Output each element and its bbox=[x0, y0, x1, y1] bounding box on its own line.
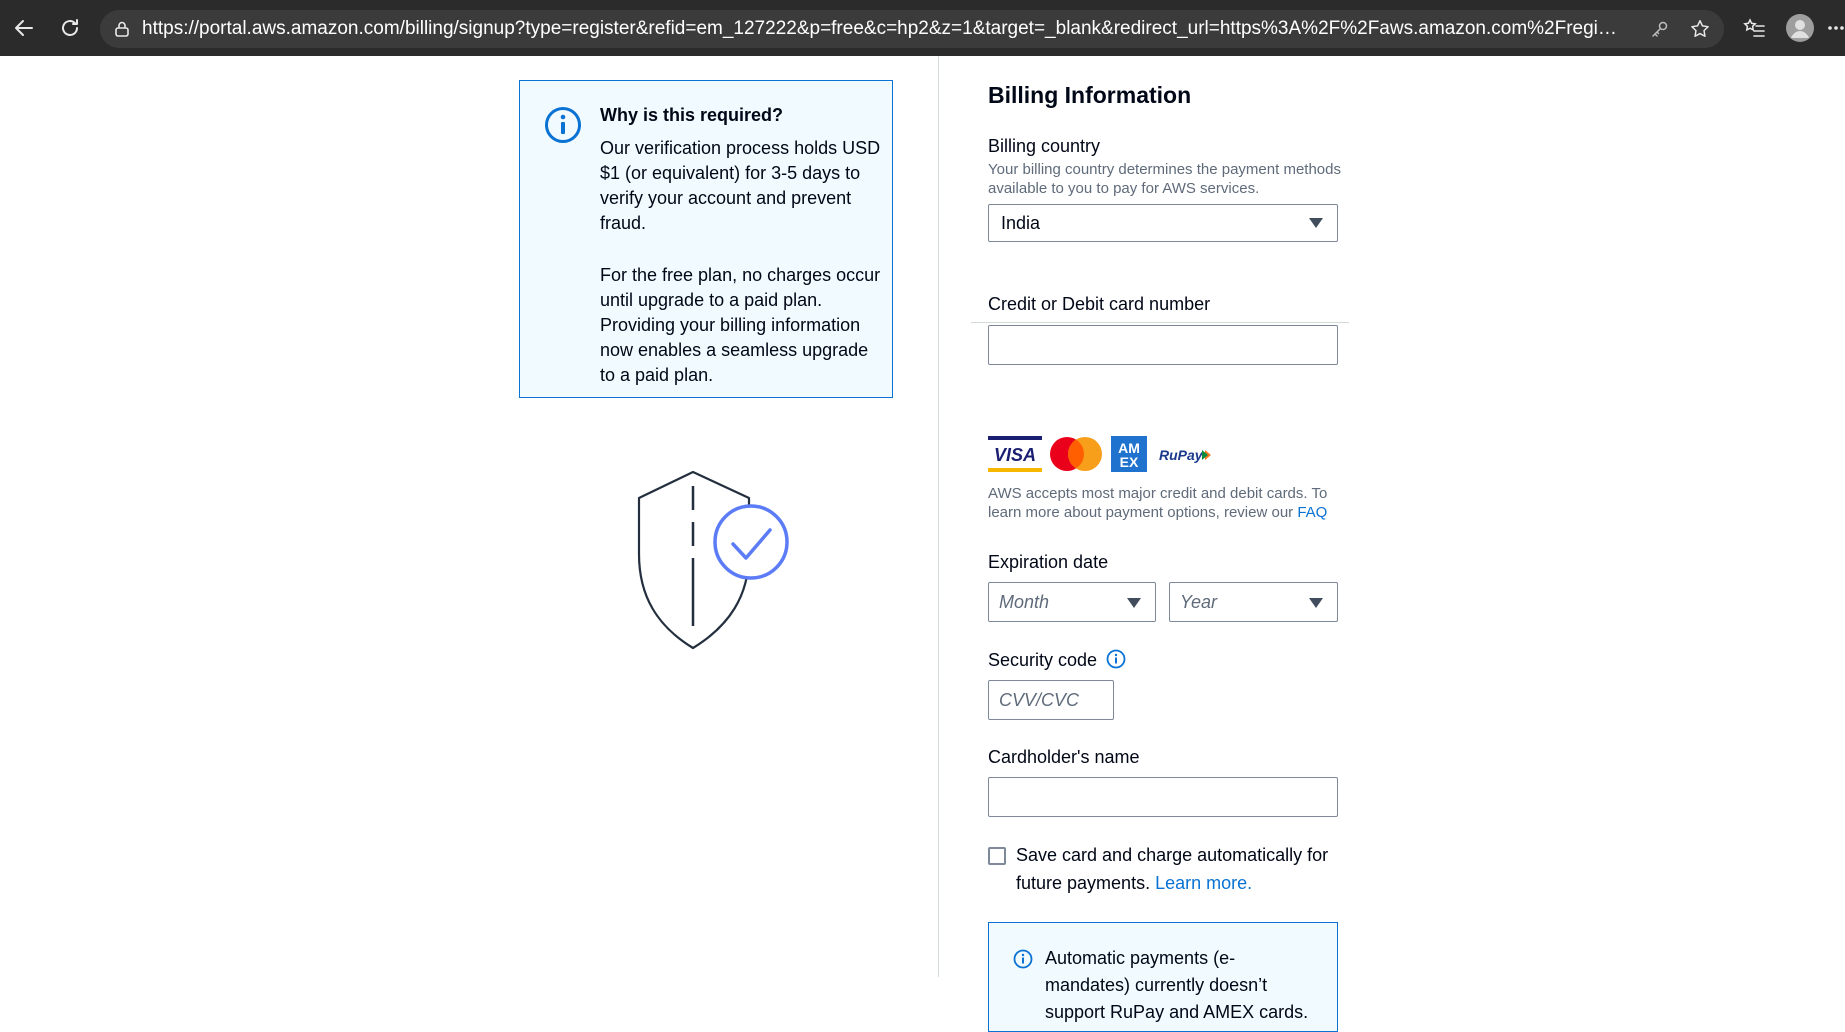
expiration-date-label: Expiration date bbox=[988, 552, 1109, 572]
why-required-info-box: Why is this required? Our verification p… bbox=[519, 80, 893, 398]
save-card-label: Save card and charge automatically for f… bbox=[1016, 841, 1346, 897]
year-placeholder: Year bbox=[1180, 592, 1218, 612]
back-button[interactable] bbox=[8, 12, 40, 44]
security-code-label-text: Security code bbox=[988, 650, 1098, 670]
info-icon bbox=[545, 107, 581, 143]
save-card-checkbox[interactable] bbox=[988, 847, 1006, 865]
cardholder-name-label: Cardholder's name bbox=[988, 747, 1140, 767]
billing-country-value: India bbox=[1001, 213, 1041, 233]
address-bar[interactable]: https://portal.aws.amazon.com/billing/si… bbox=[100, 10, 1724, 48]
billing-country-hint: Your billing country determines the paym… bbox=[988, 161, 1341, 197]
faq-link[interactable]: FAQ bbox=[1297, 504, 1327, 521]
form-title: Billing Information bbox=[988, 82, 1192, 108]
cvv-placeholder: CVV/CVC bbox=[999, 690, 1080, 710]
info-icon bbox=[1013, 949, 1033, 969]
favorite-star-icon[interactable] bbox=[1688, 17, 1712, 41]
profile-button[interactable] bbox=[1784, 12, 1816, 44]
more-menu-button[interactable] bbox=[1826, 12, 1845, 44]
info-icon[interactable] bbox=[1106, 649, 1126, 669]
chevron-down-icon bbox=[1309, 598, 1323, 608]
month-placeholder: Month bbox=[999, 592, 1050, 612]
left-column: Why is this required? Our verification p… bbox=[5, 56, 938, 977]
visa-card-icon: VISA bbox=[988, 436, 1042, 472]
cards-hint: AWS accepts most major credit and debit … bbox=[988, 484, 1348, 522]
info-paragraph-1: Our verification process holds USD $1 (o… bbox=[600, 138, 881, 233]
page-content: Why is this required? Our verification p… bbox=[5, 56, 1845, 1032]
info-title: Why is this required? bbox=[600, 105, 784, 125]
reload-button[interactable] bbox=[54, 12, 86, 44]
column-divider bbox=[938, 56, 939, 977]
notice-text: Automatic payments (e-mandates) currentl… bbox=[1045, 948, 1309, 1022]
reload-icon bbox=[62, 19, 78, 36]
more-dots-icon bbox=[1828, 26, 1844, 30]
card-number-label: Credit or Debit card number bbox=[988, 294, 1211, 314]
billing-country-select[interactable]: India bbox=[988, 204, 1338, 242]
security-code-input[interactable]: CVV/CVC bbox=[988, 680, 1114, 720]
favorites-list-icon bbox=[1743, 18, 1765, 37]
expiration-year-select[interactable]: Year bbox=[1169, 582, 1338, 622]
password-key-icon[interactable] bbox=[1648, 17, 1672, 41]
info-paragraph-2: For the free plan, no charges occur unti… bbox=[600, 265, 881, 385]
browser-toolbar: https://portal.aws.amazon.com/billing/si… bbox=[0, 0, 1845, 56]
shield-check-illustration bbox=[637, 470, 789, 650]
learn-more-link[interactable]: Learn more. bbox=[1155, 873, 1252, 893]
url-text[interactable]: https://portal.aws.amazon.com/billing/si… bbox=[142, 10, 1622, 48]
chevron-down-icon bbox=[1127, 598, 1141, 608]
chevron-down-icon bbox=[1309, 218, 1323, 228]
cardholder-name-input[interactable] bbox=[988, 777, 1338, 817]
amex-card-icon: AM EX bbox=[1111, 436, 1147, 472]
site-info-icon[interactable] bbox=[112, 19, 132, 39]
rupay-card-icon: RuPay bbox=[1159, 447, 1211, 463]
rupay-brand-text: RuPay bbox=[1159, 447, 1204, 463]
section-divider bbox=[971, 322, 1349, 323]
security-code-label: Security code bbox=[988, 649, 1126, 671]
avatar-icon bbox=[1786, 14, 1814, 42]
favorites-button[interactable] bbox=[1738, 12, 1770, 44]
expiration-month-select[interactable]: Month bbox=[988, 582, 1156, 622]
visa-brand-text: VISA bbox=[994, 445, 1036, 465]
e-mandate-notice-box: Automatic payments (e-mandates) currentl… bbox=[988, 922, 1338, 1032]
billing-country-label: Billing country bbox=[988, 136, 1101, 156]
card-number-input[interactable] bbox=[988, 325, 1338, 365]
back-arrow-icon bbox=[15, 20, 33, 36]
svg-text:EX: EX bbox=[1120, 454, 1139, 470]
cards-hint-text: AWS accepts most major credit and debit … bbox=[988, 485, 1328, 521]
mastercard-icon bbox=[1050, 437, 1102, 471]
